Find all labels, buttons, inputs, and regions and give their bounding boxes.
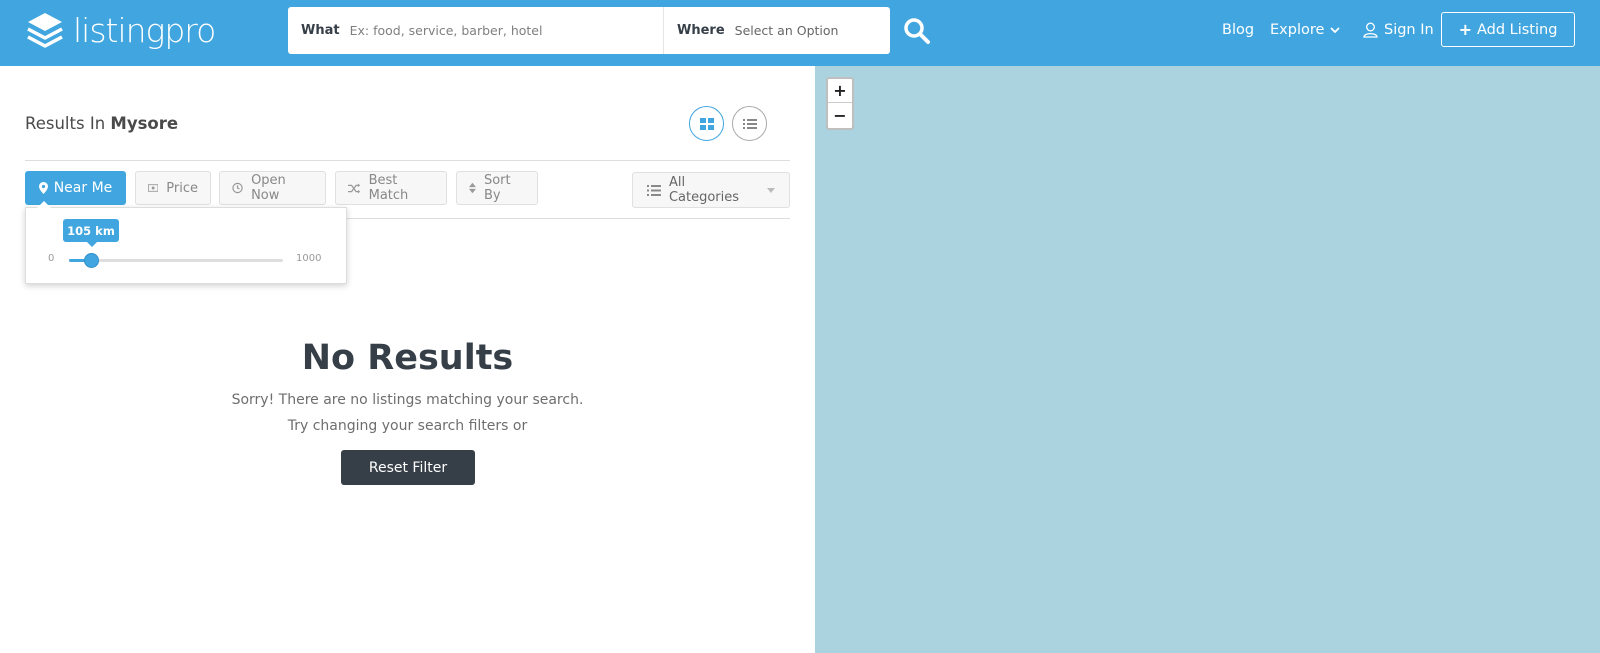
nav-sign-in[interactable]: Sign In	[1363, 0, 1434, 60]
list-icon	[742, 118, 757, 129]
map-area[interactable]	[815, 66, 1600, 653]
what-label: What	[301, 23, 340, 38]
zoom-out-button[interactable]: −	[828, 103, 852, 127]
shuffle-icon	[348, 183, 361, 193]
zoom-in-button[interactable]: +	[828, 79, 852, 103]
radius-max: 1000	[296, 253, 322, 264]
popup-caret	[37, 201, 51, 208]
user-icon	[1363, 22, 1378, 38]
results-prefix: Results In	[25, 114, 106, 133]
money-icon	[148, 184, 159, 192]
no-results-title: No Results	[301, 338, 514, 378]
add-listing-button[interactable]: + Add Listing	[1441, 12, 1575, 47]
chevron-down-icon	[1330, 27, 1341, 34]
grid-view-button[interactable]	[689, 106, 724, 141]
map-pin-icon	[38, 182, 48, 194]
open-now-label: Open Now	[251, 173, 286, 203]
search-bar: What Where Select an Option	[288, 7, 890, 54]
sort-icon	[469, 182, 476, 194]
list-icon	[647, 184, 661, 196]
categories-select[interactable]: All Categories	[632, 172, 790, 208]
add-listing-label: Add Listing	[1476, 21, 1558, 38]
where-select[interactable]: Select an Option	[735, 23, 839, 38]
price-filter[interactable]: Price	[135, 171, 211, 205]
radius-min: 0	[48, 253, 55, 264]
nav-explore-label: Explore	[1270, 22, 1325, 38]
layers-logo-icon	[27, 13, 63, 48]
caret-down-icon	[767, 187, 775, 193]
results-title: Results In Mysore	[25, 114, 178, 133]
logo-text: listingpro	[73, 10, 216, 50]
no-results-message: Sorry! There are no listings matching yo…	[231, 392, 584, 408]
radius-slider[interactable]	[69, 253, 283, 268]
top-header: listingpro What Where Select an Option B…	[0, 0, 1600, 66]
nav-blog[interactable]: Blog	[1222, 0, 1254, 60]
near-me-label: Near Me	[53, 180, 113, 196]
price-label: Price	[166, 180, 198, 196]
plus-icon: +	[1458, 20, 1472, 39]
results-city: Mysore	[110, 114, 179, 133]
radius-slider-handle[interactable]	[84, 253, 99, 268]
search-icon[interactable]	[903, 17, 931, 45]
nav-explore[interactable]: Explore	[1270, 0, 1341, 60]
divider	[25, 160, 790, 161]
nav-sign-in-label: Sign In	[1384, 22, 1434, 38]
open-now-filter[interactable]: Open Now	[219, 171, 326, 205]
what-field[interactable]: What	[288, 7, 664, 54]
site-logo[interactable]: listingpro	[25, 9, 216, 51]
best-match-filter[interactable]: Best Match	[335, 171, 447, 205]
where-field[interactable]: Where Select an Option	[664, 7, 890, 54]
no-results-hint: Try changing your search filters or	[287, 418, 528, 434]
radius-popup: 105 km 0 1000	[25, 207, 347, 284]
where-label: Where	[677, 23, 725, 38]
what-input[interactable]	[349, 23, 630, 38]
nav-blog-label: Blog	[1222, 22, 1255, 38]
grid-icon	[699, 117, 714, 130]
sort-by-label: Sort By	[483, 173, 511, 203]
radius-tooltip: 105 km	[63, 219, 119, 247]
sort-by-filter[interactable]: Sort By	[456, 171, 538, 205]
clock-icon	[232, 182, 243, 194]
categories-label: All Categories	[668, 175, 740, 205]
map-zoom-control: + −	[826, 77, 854, 130]
reset-filter-button[interactable]: Reset Filter	[341, 450, 475, 485]
near-me-filter[interactable]: Near Me	[25, 171, 126, 205]
best-match-label: Best Match	[368, 173, 409, 203]
list-view-button[interactable]	[732, 106, 767, 141]
